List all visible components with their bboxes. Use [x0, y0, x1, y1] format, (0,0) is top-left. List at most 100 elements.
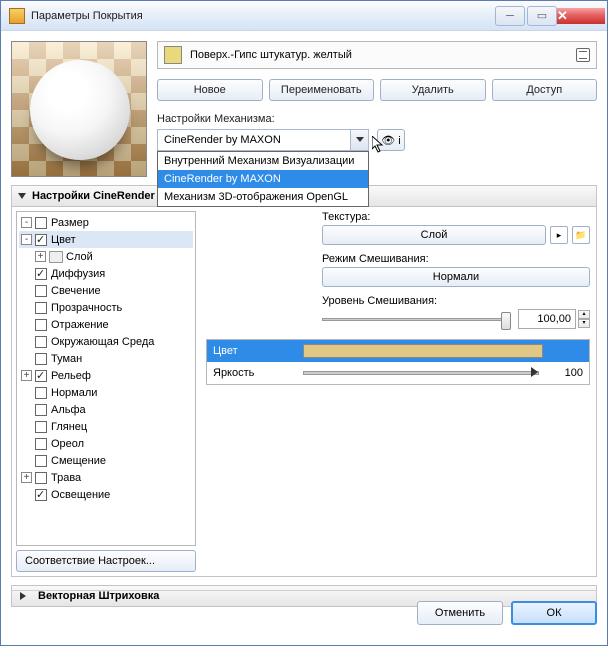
tree-item-label: Смещение [51, 455, 106, 467]
tree-item[interactable]: Отражение [19, 316, 193, 333]
tree-item-label: Слой [66, 251, 93, 263]
texture-label: Текстура: [322, 211, 590, 223]
tree-item[interactable]: - Размер [19, 214, 193, 231]
blend-level-value[interactable]: 100,00 [518, 309, 576, 329]
tree-checkbox[interactable] [35, 370, 47, 382]
tree-item[interactable]: Диффузия [19, 265, 193, 282]
engine-dropdown: Внутренний Механизм Визуализации CineRen… [157, 151, 369, 207]
ok-button[interactable]: ОК [511, 601, 597, 625]
minimize-button[interactable]: ─ [495, 6, 525, 26]
tree-item-label: Туман [51, 353, 82, 365]
tree-item-label: Освещение [51, 489, 110, 501]
tree-item[interactable]: Глянец [19, 418, 193, 435]
tree-checkbox[interactable] [35, 302, 47, 314]
texture-layer-button[interactable]: Слой [322, 225, 546, 245]
tree-item-label: Цвет [51, 234, 76, 246]
tree-expand-icon[interactable]: + [21, 472, 32, 483]
material-preview [11, 41, 147, 177]
tree-item[interactable]: + Трава [19, 469, 193, 486]
tree-item-label: Диффузия [51, 268, 105, 280]
tree-item-label: Трава [51, 472, 81, 484]
tree-item[interactable]: Нормали [19, 384, 193, 401]
tree-checkbox[interactable] [35, 472, 47, 484]
tree-expand-icon[interactable]: - [21, 217, 32, 228]
brightness-label: Яркость [213, 367, 303, 379]
rename-button[interactable]: Переименовать [269, 79, 375, 101]
blend-level-slider[interactable] [322, 318, 510, 321]
tree-checkbox[interactable] [35, 404, 47, 416]
brightness-value: 100 [543, 367, 583, 379]
tree-item-label: Отражение [51, 319, 109, 331]
brightness-property-row[interactable]: Яркость 100 [207, 362, 589, 384]
tree-expand-icon[interactable]: - [21, 234, 32, 245]
blend-mode-button[interactable]: Нормали [322, 267, 590, 287]
tree-item[interactable]: Окружающая Среда [19, 333, 193, 350]
tree-checkbox[interactable] [35, 336, 47, 348]
access-button[interactable]: Доступ [492, 79, 598, 101]
layer-icon [49, 251, 63, 263]
maximize-button[interactable]: ▭ [527, 6, 557, 26]
tree-item-label: Прозрачность [51, 302, 122, 314]
tree-item-label: Рельеф [51, 370, 91, 382]
tree-checkbox[interactable] [35, 455, 47, 467]
color-property-row[interactable]: Цвет [207, 340, 589, 362]
material-swatch-icon [164, 46, 182, 64]
tree-item[interactable]: Освещение [19, 486, 193, 503]
engine-option-internal[interactable]: Внутренний Механизм Визуализации [158, 152, 368, 170]
tree-item[interactable]: Ореол [19, 435, 193, 452]
texture-browse-icon[interactable]: 📁 [572, 226, 590, 244]
tree-item[interactable]: Туман [19, 350, 193, 367]
tree-item-label: Глянец [51, 421, 87, 433]
engine-label: Настройки Механизма: [157, 113, 597, 125]
tree-checkbox[interactable] [35, 387, 47, 399]
tree-item[interactable]: Смещение [19, 452, 193, 469]
properties-icon[interactable] [576, 48, 590, 62]
engine-option-opengl[interactable]: Механизм 3D-отображения OpenGL [158, 188, 368, 206]
preview-info-button[interactable]: 👁 i [377, 129, 405, 151]
tree-item-label: Ореол [51, 438, 84, 450]
slider-thumb[interactable] [501, 312, 511, 330]
engine-select[interactable]: CineRender by MAXON [157, 129, 369, 151]
tree-expand-icon[interactable]: + [35, 251, 46, 262]
tree-expand-icon[interactable]: + [21, 370, 32, 381]
tree-item[interactable]: + Слой [19, 248, 193, 265]
blend-mode-label: Режим Смешивания: [322, 253, 590, 265]
tree-item[interactable]: - Цвет [19, 231, 193, 248]
material-name-field[interactable]: Поверх.-Гипс штукатур. желтый [157, 41, 597, 69]
color-property-label: Цвет [213, 345, 303, 357]
tree-checkbox[interactable] [35, 285, 47, 297]
match-settings-button[interactable]: Соответствие Настроек... [16, 550, 196, 572]
close-button[interactable]: ✕ [557, 8, 605, 24]
delete-button[interactable]: Удалить [380, 79, 486, 101]
color-swatch[interactable] [303, 344, 543, 358]
tree-item[interactable]: Альфа [19, 401, 193, 418]
engine-option-cinerender[interactable]: CineRender by MAXON [158, 170, 368, 188]
app-icon [9, 8, 25, 24]
window-title: Параметры Покрытия [31, 10, 493, 22]
tree-item[interactable]: Прозрачность [19, 299, 193, 316]
tree-checkbox[interactable] [35, 319, 47, 331]
tree-checkbox[interactable] [35, 217, 47, 229]
cancel-button[interactable]: Отменить [417, 601, 503, 625]
chevron-down-icon[interactable] [350, 130, 368, 150]
tree-checkbox[interactable] [35, 234, 47, 246]
tree-item-label: Свечение [51, 285, 101, 297]
new-button[interactable]: Новое [157, 79, 263, 101]
brightness-slider[interactable] [303, 371, 539, 375]
tree-item-label: Нормали [51, 387, 97, 399]
titlebar: Параметры Покрытия ─ ▭ ✕ [1, 1, 607, 31]
tree-checkbox[interactable] [35, 268, 47, 280]
tree-item-label: Окружающая Среда [51, 336, 154, 348]
texture-popup-icon[interactable]: ▸ [550, 226, 568, 244]
material-name-text: Поверх.-Гипс штукатур. желтый [190, 49, 576, 61]
blend-level-stepper[interactable]: ▴▾ [578, 310, 590, 328]
tree-item-label: Альфа [51, 404, 86, 416]
tree-item[interactable]: Свечение [19, 282, 193, 299]
tree-item-label: Размер [51, 217, 89, 229]
tree-checkbox[interactable] [35, 421, 47, 433]
tree-checkbox[interactable] [35, 438, 47, 450]
tree-checkbox[interactable] [35, 489, 47, 501]
channel-tree[interactable]: - Размер - Цвет + Слой Диффузия Свечение Прозрач… [16, 211, 196, 546]
tree-checkbox[interactable] [35, 353, 47, 365]
tree-item[interactable]: + Рельеф [19, 367, 193, 384]
